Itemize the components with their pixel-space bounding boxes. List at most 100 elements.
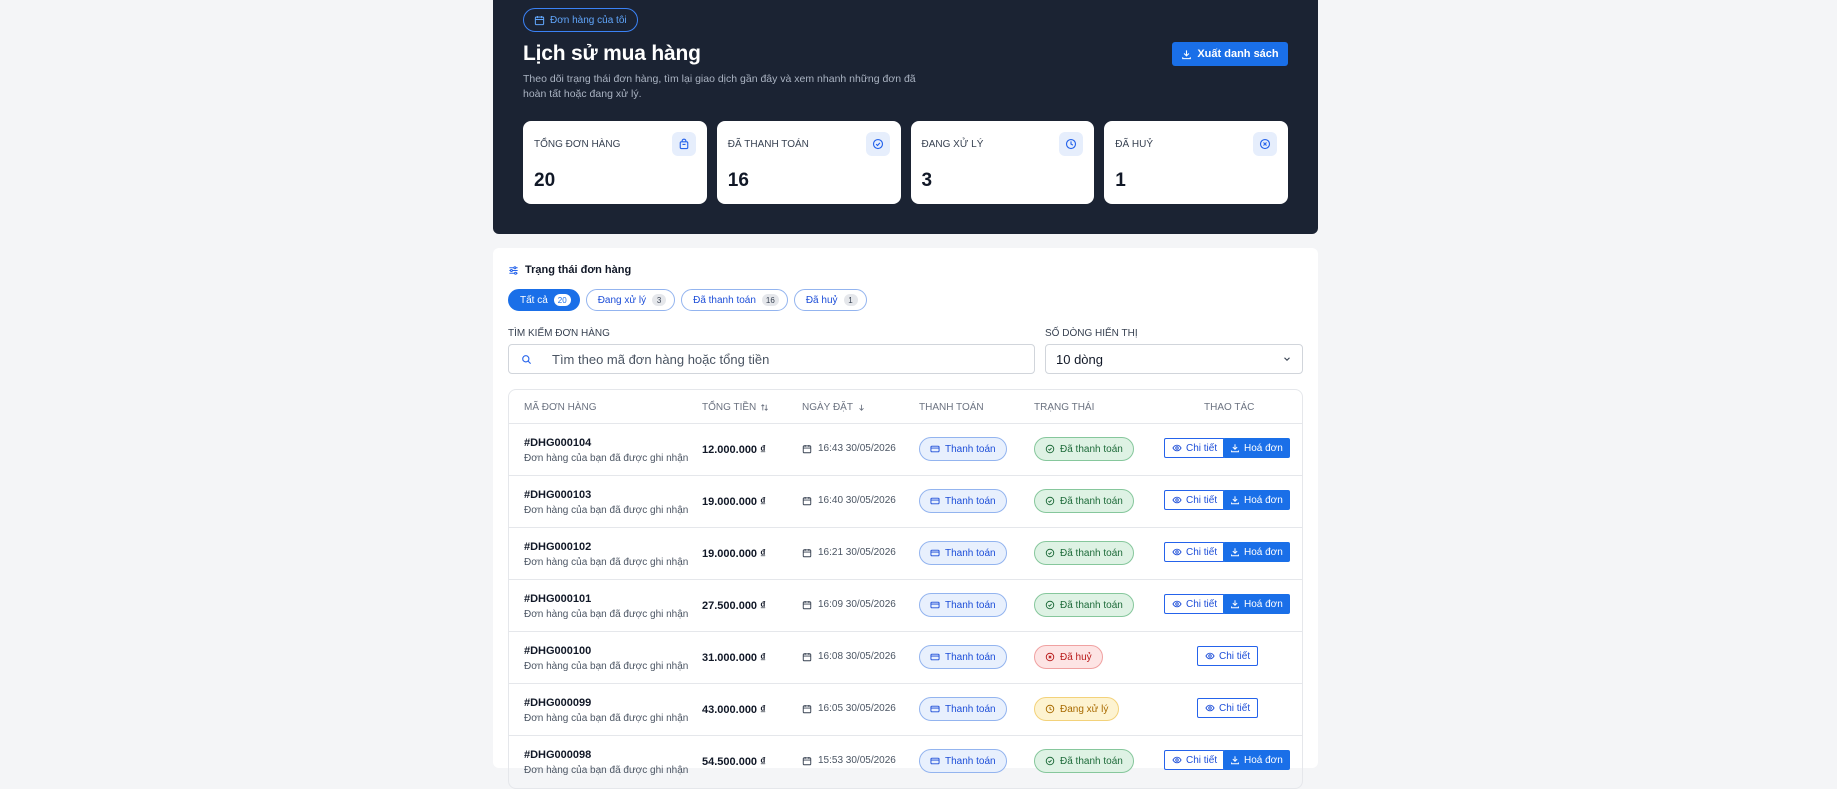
eye-icon [1172, 756, 1182, 764]
header-date[interactable]: Ngày đặt [802, 402, 866, 413]
status-label: Đã thanh toán [1060, 495, 1123, 507]
tab-all[interactable]: Tất cả 20 [508, 289, 580, 311]
table-row: #DHG000100 Đơn hàng của bạn đã được ghi … [509, 631, 1302, 683]
table-row: #DHG000104 Đơn hàng của bạn đã được ghi … [509, 423, 1302, 475]
my-orders-chip[interactable]: Đơn hàng của tôi [523, 8, 638, 32]
tab-label: Đã huỷ [805, 294, 838, 306]
order-date: 16:40 30/05/2026 [802, 495, 896, 506]
filter-title-label: Trạng thái đơn hàng [525, 264, 632, 276]
order-total: 43.000.000 ₫ [702, 704, 766, 716]
detail-label: Chi tiết [1186, 546, 1218, 558]
calendar-icon [802, 704, 812, 713]
order-date-text: 16:08 30/05/2026 [818, 651, 896, 662]
payment-label: Thanh toán [945, 599, 996, 611]
search-icon [522, 354, 532, 364]
export-list-button[interactable]: Xuất danh sách [1172, 42, 1288, 66]
calendar-icon [802, 548, 812, 557]
payment-label: Thanh toán [945, 443, 996, 455]
sliders-icon [509, 265, 518, 275]
table-row: #DHG000098 Đơn hàng của bạn đã được ghi … [509, 735, 1302, 787]
clock-icon [1045, 704, 1055, 714]
payment-badge[interactable]: Thanh toán [919, 749, 1007, 773]
eye-icon [1172, 600, 1182, 608]
tab-label: Tất cả [520, 294, 548, 306]
status-badge: Đã huỷ [1034, 645, 1103, 669]
payment-badge[interactable]: Thanh toán [919, 437, 1007, 461]
header-payment: Thanh toán [919, 402, 984, 413]
orders-panel: Trạng thái đơn hàng Tất cả 20 Đang xử lý… [493, 248, 1318, 789]
detail-label: Chi tiết [1186, 494, 1218, 506]
order-date-text: 16:43 30/05/2026 [818, 443, 896, 454]
invoice-button[interactable]: Hoá đơn [1223, 750, 1290, 770]
tab-label: Đang xử lý [597, 294, 647, 306]
payment-badge[interactable]: Thanh toán [919, 645, 1007, 669]
status-badge: Đã thanh toán [1034, 749, 1134, 773]
detail-button[interactable]: Chi tiết [1164, 542, 1226, 562]
status-badge: Đã thanh toán [1034, 593, 1134, 617]
status-label: Đã thanh toán [1060, 547, 1123, 559]
detail-button[interactable]: Chi tiết [1197, 646, 1259, 666]
stat-label: Đã huỷ [1115, 139, 1154, 150]
invoice-button[interactable]: Hoá đơn [1223, 542, 1290, 562]
payment-badge[interactable]: Thanh toán [919, 489, 1007, 513]
order-note: Đơn hàng của bạn đã được ghi nhận [524, 713, 689, 724]
header-status: Trạng thái [1034, 402, 1095, 413]
page-size-value: 10 dòng [1056, 351, 1103, 367]
header-date-label: Ngày đặt [802, 402, 853, 413]
tab-cancelled[interactable]: Đã huỷ 1 [793, 289, 867, 311]
page-title: Lịch sử mua hàng [523, 42, 701, 65]
payment-badge[interactable]: Thanh toán [919, 593, 1007, 617]
detail-button[interactable]: Chi tiết [1164, 594, 1226, 614]
tab-processing[interactable]: Đang xử lý 3 [585, 289, 676, 311]
detail-button[interactable]: Chi tiết [1164, 750, 1226, 770]
order-total: 54.500.000 ₫ [702, 756, 766, 768]
order-date-text: 15:53 30/05/2026 [818, 755, 896, 766]
detail-button[interactable]: Chi tiết [1164, 490, 1226, 510]
payment-badge[interactable]: Thanh toán [919, 697, 1007, 721]
calendar-icon [802, 496, 812, 505]
tab-paid[interactable]: Đã thanh toán 16 [681, 289, 788, 311]
invoice-button[interactable]: Hoá đơn [1223, 438, 1290, 458]
check-circle-icon [1045, 756, 1055, 766]
check-circle-icon [1045, 548, 1055, 558]
search-input[interactable] [552, 351, 1012, 367]
tab-count-badge: 1 [843, 294, 858, 306]
detail-button[interactable]: Chi tiết [1197, 698, 1259, 718]
page-description: Theo dõi trạng thái đơn hàng, tìm lại gi… [523, 73, 916, 100]
order-note: Đơn hàng của bạn đã được ghi nhận [524, 661, 689, 672]
order-note: Đơn hàng của bạn đã được ghi nhận [524, 765, 689, 776]
download-icon [1231, 496, 1239, 505]
stats-row: Tổng đơn hàng 20 Đã thanh toán 16 Đang x… [523, 121, 1288, 204]
detail-label: Chi tiết [1219, 650, 1251, 662]
order-date-text: 16:09 30/05/2026 [818, 599, 896, 610]
status-label: Đã thanh toán [1060, 599, 1123, 611]
order-note: Đơn hàng của bạn đã được ghi nhận [524, 453, 689, 464]
table-row: #DHG000101 Đơn hàng của bạn đã được ghi … [509, 579, 1302, 631]
page-size-select[interactable]: 10 dòng [1045, 344, 1303, 374]
eye-icon [1172, 548, 1182, 556]
stat-value: 3 [921, 170, 933, 191]
stat-label: Tổng đơn hàng [534, 139, 621, 150]
header-total[interactable]: Tổng tiền [702, 402, 769, 413]
invoice-button[interactable]: Hoá đơn [1223, 594, 1290, 614]
calendar-icon [802, 652, 812, 661]
chevron-down-icon [1284, 357, 1290, 362]
arrow-down-icon [859, 404, 864, 411]
eye-icon [1205, 704, 1215, 712]
status-label: Đang xử lý [1060, 703, 1109, 715]
order-date-text: 16:21 30/05/2026 [818, 547, 896, 558]
detail-button[interactable]: Chi tiết [1164, 438, 1226, 458]
x-circle-icon [1045, 652, 1055, 662]
payment-badge[interactable]: Thanh toán [919, 541, 1007, 565]
order-id: #DHG000100 [524, 645, 592, 657]
download-icon [1231, 444, 1239, 453]
status-label: Đã thanh toán [1060, 755, 1123, 767]
tab-label: Đã thanh toán [693, 294, 756, 306]
order-id: #DHG000102 [524, 541, 592, 553]
download-icon [1182, 49, 1192, 59]
invoice-label: Hoá đơn [1244, 546, 1283, 558]
download-icon [1231, 548, 1239, 557]
header-order-id: Mã đơn hàng [524, 402, 597, 413]
tab-count-badge: 3 [652, 294, 667, 306]
invoice-button[interactable]: Hoá đơn [1223, 490, 1290, 510]
